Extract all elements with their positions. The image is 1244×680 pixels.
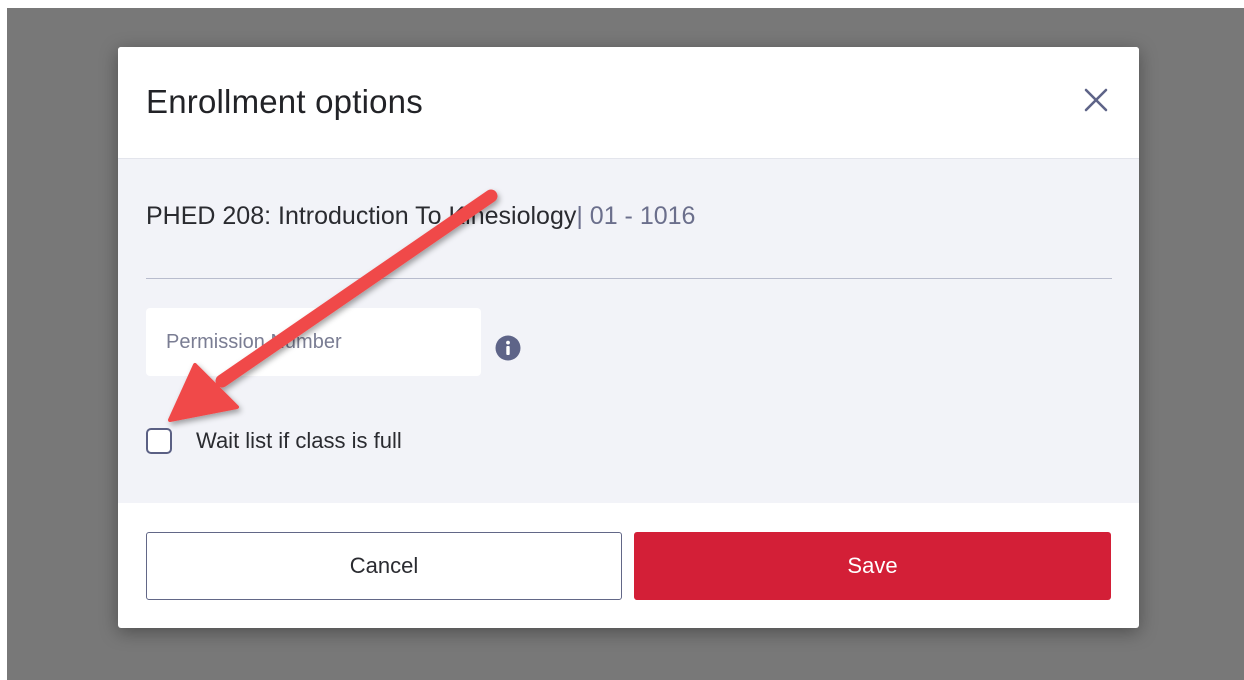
cancel-button[interactable]: Cancel [146, 532, 622, 600]
waitlist-checkbox[interactable] [146, 428, 172, 454]
divider [146, 278, 1112, 279]
close-button[interactable] [1081, 85, 1111, 115]
close-icon [1084, 88, 1108, 112]
permission-number-input[interactable] [146, 308, 481, 376]
save-button[interactable]: Save [634, 532, 1111, 600]
enrollment-options-dialog: Enrollment options PHED 208: Introductio… [118, 47, 1139, 628]
waitlist-option[interactable]: Wait list if class is full [146, 425, 402, 457]
waitlist-label: Wait list if class is full [196, 428, 402, 453]
course-section: 01 - 1016 [582, 202, 696, 230]
dialog-body: PHED 208: Introduction To Kinesiology| 0… [118, 159, 1139, 503]
dialog-title: Enrollment options [146, 83, 423, 120]
dialog-header: Enrollment options [118, 47, 1139, 159]
course-title: PHED 208: Introduction To Kinesiology| 0… [146, 202, 695, 231]
info-icon[interactable] [495, 335, 521, 361]
course-name: PHED 208: Introduction To Kinesiology [146, 202, 577, 230]
